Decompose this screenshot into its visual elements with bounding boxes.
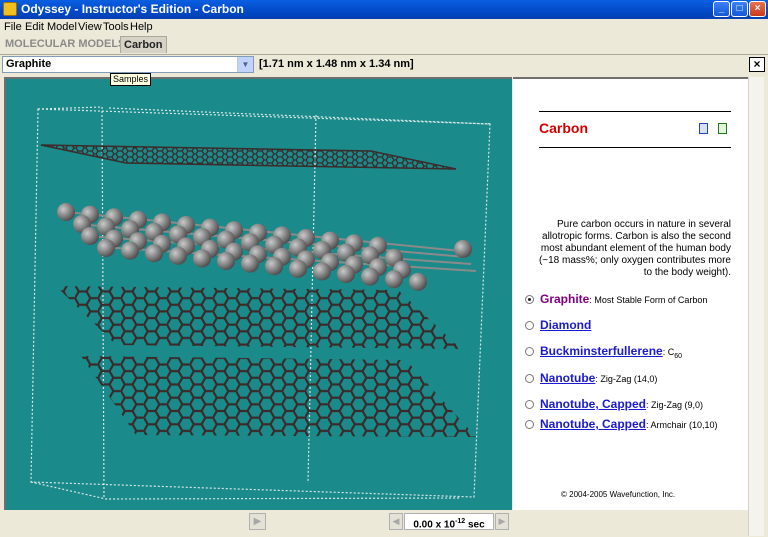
close-window-button[interactable]: × [749,1,766,17]
option-nanotube-capped-armchair[interactable]: Nanotube, Capped: Armchair (10,10) [525,417,718,435]
bottom-rule [539,147,731,148]
ball-stick-layer [57,203,477,291]
carbon-atom [217,252,235,270]
radio-icon[interactable] [525,420,534,430]
option-diamond[interactable]: Diamond [525,318,591,336]
info-scrollbar[interactable] [748,77,764,536]
option-buckminsterfullerene[interactable]: Buckminsterfullerene: C60 [525,344,682,362]
step-forward-button[interactable]: ▶ [495,513,509,530]
carbon-atom [385,270,403,289]
carbon-atom [169,246,187,265]
carbon-atom [409,272,427,291]
carbon-atom [454,240,472,258]
carbon-atom [289,259,307,278]
carbon-atom [97,239,115,257]
document-icon[interactable] [699,123,708,134]
option-detail: : Zig-Zag (9,0) [646,400,704,410]
title-bar: Odyssey - Instructor's Edition - Carbon … [0,0,768,19]
option-nanotube[interactable]: Nanotube: Zig-Zag (14,0) [525,371,657,389]
bottom-hex-layer [81,356,476,437]
option-label[interactable]: Buckminsterfullerene [540,344,663,358]
chevron-down-icon[interactable]: ▼ [237,57,253,72]
option-detail: : Armchair (10,10) [646,420,718,430]
info-title: Carbon [539,120,588,136]
carbon-atom [121,241,139,260]
play-button[interactable]: ▶ [249,513,266,530]
option-label[interactable]: Nanotube, Capped [540,397,646,411]
time-display: 0.00 x 10-12 sec [404,513,494,530]
option-subscript: 60 [674,352,683,360]
maximize-button[interactable]: □ [731,1,748,17]
copyright-text: © 2004-2005 Wavefunction, Inc. [561,490,676,499]
radio-icon[interactable] [525,347,534,357]
top-graphite-layer [40,144,457,170]
option-graphite[interactable]: Graphite: Most Stable Form of Carbon [525,292,707,310]
time-exponent: -12 [455,518,466,525]
carbon-atom [337,265,355,283]
window-title: Odyssey - Instructor's Edition - Carbon [21,2,244,16]
info-panel: Carbon Pure carbon occurs in nature in s… [513,77,748,510]
menu-file[interactable]: File [4,21,22,33]
carbon-atom [193,249,211,268]
samples-tooltip: Samples [110,73,152,86]
option-detail: : C [662,347,675,357]
carbon-atom [81,227,99,245]
option-label[interactable]: Nanotube, Capped [540,417,646,431]
carbon-atom [145,244,163,263]
option-label[interactable]: Graphite [540,292,589,306]
menu-edit[interactable]: Edit [25,21,44,33]
radio-selected-icon[interactable] [525,295,534,305]
carbon-atom [313,262,331,281]
minimize-button[interactable]: _ [713,1,730,17]
dimensions-label: [1.71 nm x 1.48 nm x 1.34 nm] [259,58,414,70]
app-icon [3,2,17,16]
step-back-button[interactable]: ◀ [389,513,403,530]
menu-tools[interactable]: Tools [103,21,129,33]
middle-hex-layer [56,286,461,349]
time-value: 0.00 x 10 [413,519,456,531]
molecule-viewer[interactable] [4,77,512,510]
radio-icon[interactable] [525,321,534,331]
time-unit: sec [465,519,485,531]
menu-view[interactable]: View [78,21,102,33]
tab-row: MOLECULAR MODELS Carbon [0,35,768,55]
sample-select[interactable]: Graphite ▼ [2,56,254,73]
carbon-atom [241,254,259,273]
option-detail: : Zig-Zag (14,0) [595,374,658,384]
close-panel-button[interactable]: × [749,57,765,72]
playback-bar: ▶ ◀ 0.00 x 10-12 sec ▶ [0,510,748,537]
option-label[interactable]: Nanotube [540,371,595,385]
menu-model[interactable]: Model [47,21,77,33]
tab-carbon[interactable]: Carbon [120,36,167,53]
option-detail: : Most Stable Form of Carbon [589,295,708,305]
top-rule [539,111,731,112]
radio-icon[interactable] [525,374,534,384]
option-label[interactable]: Diamond [540,318,591,332]
tab-molecular-models[interactable]: MOLECULAR MODELS [2,36,128,52]
option-nanotube-capped-zigzag[interactable]: Nanotube, Capped: Zig-Zag (9,0) [525,397,703,415]
radio-icon[interactable] [525,400,534,410]
sample-select-value: Graphite [6,58,52,70]
description-text: Pure carbon occurs in nature in several … [538,219,731,278]
carbon-atom [57,203,75,221]
refresh-document-icon[interactable] [718,123,727,134]
carbon-atom [361,267,379,286]
carbon-atom [265,257,283,276]
menu-help[interactable]: Help [130,21,153,33]
menu-bar: File Edit Model View Tools Help [0,19,768,35]
graphite-model-svg [30,106,491,500]
